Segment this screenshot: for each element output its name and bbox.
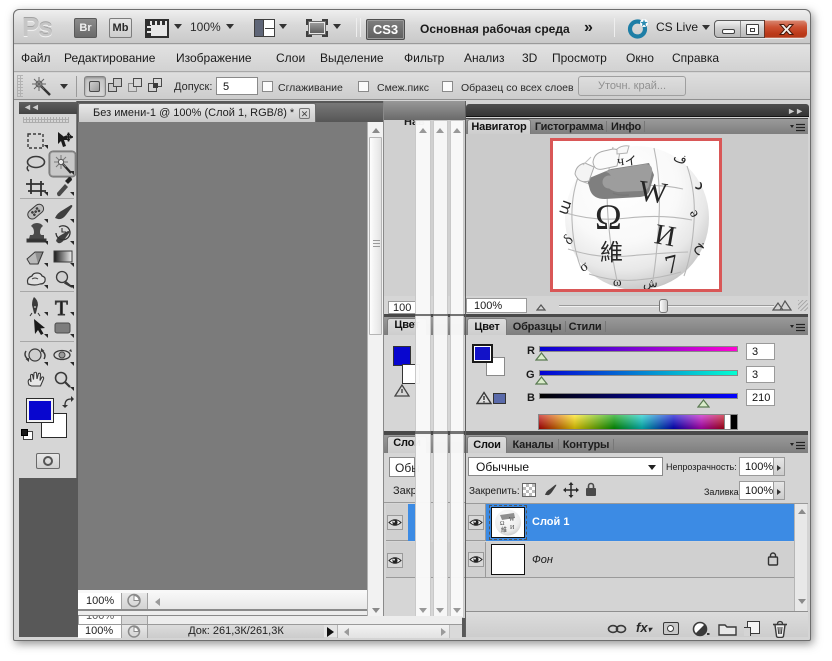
svg-text:И: И — [510, 525, 515, 531]
svg-text:ش: ش — [643, 276, 658, 289]
svg-text:T: T — [55, 296, 68, 320]
svg-text:ω: ω — [613, 274, 622, 289]
svg-text:Ω: Ω — [500, 521, 505, 527]
svg-text:維: 維 — [600, 240, 623, 265]
svg-text:W: W — [509, 517, 515, 523]
svg-text:W: W — [637, 174, 670, 210]
svg-text:Ω: Ω — [595, 197, 622, 237]
svg-text:чィ: чィ — [616, 152, 638, 169]
svg-text:維: 維 — [501, 526, 507, 534]
